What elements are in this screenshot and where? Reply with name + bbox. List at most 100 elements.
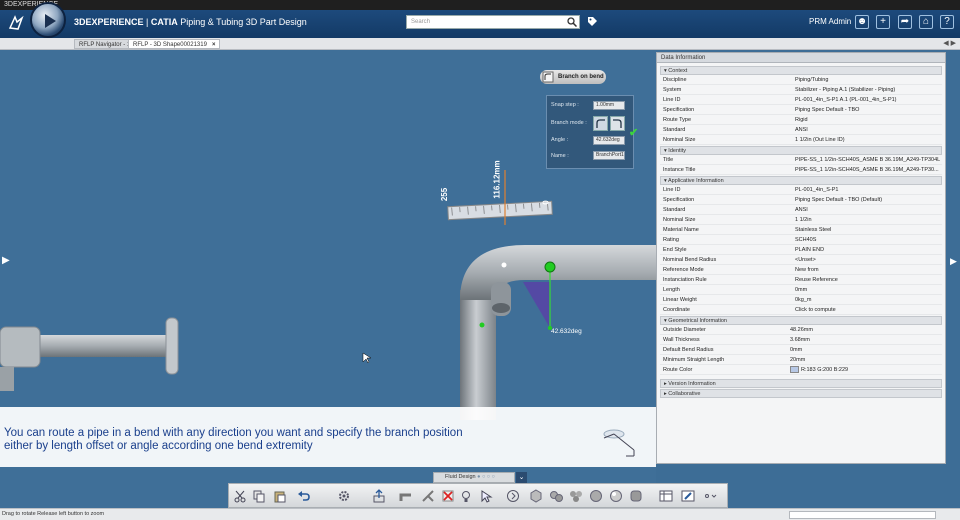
undo-icon[interactable] bbox=[297, 489, 311, 503]
search-icon[interactable] bbox=[567, 17, 577, 27]
search-placeholder: Search bbox=[411, 19, 431, 25]
row-value: Piping Spec Default - TBO (Default) bbox=[795, 197, 883, 203]
app-name: CATIA bbox=[150, 17, 178, 27]
section-collaborative[interactable]: ▸ Collaborative bbox=[660, 389, 942, 398]
row-value: 1 1/2in (Out Line ID) bbox=[795, 137, 845, 143]
snap-step-input[interactable]: 1.00mm bbox=[593, 101, 625, 110]
section-version[interactable]: ▸ Version Information bbox=[660, 379, 942, 388]
check-icon[interactable]: ✔ bbox=[629, 126, 638, 139]
row-key: Instanciation Rule bbox=[663, 277, 707, 283]
fluid-design-tab[interactable]: Fluid Design ● ○ ○ ○ bbox=[433, 472, 515, 483]
row-key: Linear Weight bbox=[663, 297, 697, 303]
home-icon[interactable]: ⌂ bbox=[919, 15, 933, 29]
paste-icon[interactable] bbox=[273, 489, 287, 503]
ds-logo-icon[interactable] bbox=[7, 14, 25, 32]
table-row: Instance Title PIPE-SS_1 1/2in-SCH40S_ASM… bbox=[660, 165, 942, 175]
user-name[interactable]: PRM Admin bbox=[809, 17, 851, 26]
search-input[interactable]: Search bbox=[406, 15, 580, 29]
color-swatch[interactable] bbox=[790, 366, 799, 374]
data-information-panel: Data Information ▾ Context Discipline Pip… bbox=[656, 52, 946, 464]
section-label: Applicative Information bbox=[668, 178, 724, 184]
angle-input[interactable]: 42.632deg bbox=[593, 136, 625, 145]
branch-tool-icon[interactable] bbox=[421, 489, 435, 503]
tab-scroll-arrows[interactable]: ◀ ▶ bbox=[943, 39, 956, 47]
close-icon[interactable]: × bbox=[212, 42, 216, 48]
row-key: Line ID bbox=[663, 97, 681, 103]
status-input[interactable] bbox=[789, 511, 936, 519]
row-key: Discipline bbox=[663, 77, 687, 83]
row-value: <Unset> bbox=[795, 257, 816, 263]
caption-line-1: You can route a pipe in a bend with any … bbox=[4, 427, 463, 439]
section-applicative[interactable]: ▾ Applicative Information bbox=[660, 176, 942, 185]
caption-line-2: either by length offset or angle accordi… bbox=[4, 440, 313, 452]
tab-3d-shape[interactable]: RFLP - 3D Shape00021319 × bbox=[128, 39, 221, 49]
delete-icon[interactable] bbox=[441, 489, 455, 503]
table-row: Title PIPE-SS_1 1/2in-SCH40S_ASME B 36.19… bbox=[660, 155, 942, 165]
edit-properties-icon[interactable] bbox=[681, 489, 695, 503]
row-value: 1 1/2in bbox=[795, 217, 812, 223]
table-view-icon[interactable] bbox=[659, 489, 673, 503]
more-options-icon[interactable] bbox=[703, 489, 717, 503]
branch-options-panel: Snap step : 1.00mm Branch mode : Angle :… bbox=[546, 95, 634, 169]
name-label: Name : bbox=[551, 153, 569, 159]
compass-axis-icon[interactable] bbox=[596, 410, 644, 460]
table-row: Wall Thickness 3.68mm bbox=[660, 335, 942, 345]
row-key: Line ID bbox=[663, 187, 681, 193]
section-label: Geometrical Information bbox=[668, 318, 727, 324]
caption-text: You can route a pipe in a bend with any … bbox=[4, 427, 524, 453]
angle-label: Angle : bbox=[551, 137, 569, 143]
row-value: ANSI bbox=[795, 207, 808, 213]
branch-mode-any-direction-button[interactable] bbox=[593, 116, 608, 131]
section-geometrical[interactable]: ▾ Geometrical Information bbox=[660, 316, 942, 325]
branch-mode-perpendicular-button[interactable] bbox=[610, 116, 625, 131]
cut-icon[interactable] bbox=[233, 489, 247, 503]
row-value: Piping/Tubing bbox=[795, 77, 829, 83]
row-value: Stabilizer - Piping A.1 (Stabilizer - Pi… bbox=[795, 87, 896, 93]
angle-dimension[interactable]: 42.632deg bbox=[551, 328, 582, 335]
tag-icon[interactable] bbox=[587, 16, 598, 27]
lightbulb-icon[interactable] bbox=[459, 489, 473, 503]
assembly-icon[interactable] bbox=[549, 489, 563, 503]
chevron-down-icon[interactable]: ⌄ bbox=[516, 472, 527, 483]
expand-left-arrow-icon[interactable]: ▶ bbox=[2, 255, 10, 266]
share-icon[interactable]: ➦ bbox=[898, 15, 912, 29]
expand-right-arrow-icon[interactable]: ▶ bbox=[950, 256, 957, 267]
bend-handle[interactable] bbox=[544, 261, 556, 273]
shape-icon[interactable] bbox=[589, 489, 603, 503]
dimension-length[interactable]: 116.12mm bbox=[493, 160, 502, 198]
coordinate-link[interactable]: Click to compute bbox=[795, 305, 942, 315]
section-context[interactable]: ▾ Context bbox=[660, 66, 942, 75]
add-icon[interactable]: + bbox=[876, 15, 890, 29]
user-avatar-icon[interactable]: ☻ bbox=[855, 15, 869, 29]
row-key: System bbox=[663, 87, 682, 93]
compass-icon[interactable] bbox=[30, 2, 66, 38]
row-value: 0mm bbox=[795, 287, 808, 293]
table-row: Line ID PL-001_4in_S-P1 bbox=[660, 185, 942, 195]
section-identity[interactable]: ▾ Identity bbox=[660, 146, 942, 155]
name-input[interactable]: BranchPort1 bbox=[593, 151, 625, 160]
table-row: Nominal Size 1 1/2in bbox=[660, 215, 942, 225]
row-value: 20mm bbox=[790, 357, 806, 363]
parts-group-icon[interactable] bbox=[569, 489, 583, 503]
table-row: Route Type Rigid bbox=[660, 115, 942, 125]
cube-icon[interactable] bbox=[529, 489, 543, 503]
table-row: Length 0mm bbox=[660, 285, 942, 295]
table-row: Linear Weight 0kg_m bbox=[660, 295, 942, 305]
bend-any-icon bbox=[596, 119, 605, 128]
status-bar: Drag to rotate Release left button to zo… bbox=[0, 508, 960, 520]
section-label: Identity bbox=[668, 148, 687, 154]
settings-gear-icon[interactable] bbox=[337, 489, 351, 503]
render-icon[interactable] bbox=[609, 489, 623, 503]
copy-icon[interactable] bbox=[252, 489, 266, 503]
export-icon[interactable] bbox=[372, 489, 386, 503]
material-icon[interactable] bbox=[629, 489, 643, 503]
tab-rflp-navigator[interactable]: RFLP Navigator - 1 bbox=[74, 39, 136, 49]
pager-dots[interactable]: ● ○ ○ ○ bbox=[477, 474, 495, 480]
cursor-tool-icon[interactable] bbox=[479, 489, 493, 503]
table-row: Coordinate Click to compute bbox=[660, 305, 942, 315]
help-icon[interactable]: ? bbox=[940, 15, 954, 29]
row-key: Coordinate bbox=[663, 307, 690, 313]
route-pipe-icon[interactable] bbox=[399, 489, 413, 503]
play-forward-icon[interactable] bbox=[506, 489, 520, 503]
row-value: 48.26mm bbox=[790, 327, 813, 333]
